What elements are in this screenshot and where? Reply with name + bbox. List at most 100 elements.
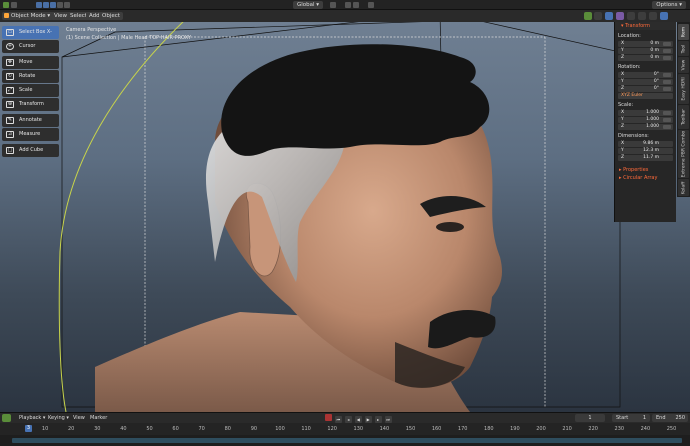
- scale-x-field[interactable]: X 1.000: [618, 110, 673, 116]
- tool-select-box[interactable]: ▭Select Box X-Ray: [2, 26, 59, 48]
- properties-subpanel[interactable]: ▸ Properties: [615, 166, 676, 174]
- rotation-y-field[interactable]: Y 0°: [618, 79, 673, 85]
- play-reverse-icon[interactable]: ◀: [354, 416, 362, 423]
- playhead[interactable]: 3: [25, 425, 32, 432]
- lock-icon[interactable]: [663, 73, 671, 77]
- shading-material-icon[interactable]: [649, 12, 658, 20]
- select-intersect-icon[interactable]: [64, 2, 70, 8]
- lock-icon[interactable]: [663, 80, 671, 84]
- marker-menu[interactable]: Marker: [87, 414, 110, 422]
- snap-target-icon[interactable]: [353, 2, 359, 8]
- end-value: 250: [675, 415, 685, 421]
- shading-wire-icon[interactable]: [627, 12, 636, 20]
- rotation-x-field[interactable]: X 0°: [618, 72, 673, 78]
- tab-kolaff[interactable]: Kolaff: [678, 179, 689, 196]
- axis-label: Y: [621, 117, 624, 122]
- start-frame-field[interactable]: Start 1: [612, 414, 650, 422]
- rotation-mode-dropdown[interactable]: XYZ Euler: [618, 93, 673, 99]
- shading-solid-icon[interactable]: [638, 12, 647, 20]
- ruler-tick: 240: [640, 426, 651, 432]
- snap-icon[interactable]: [345, 2, 351, 8]
- top-header: Global ▾ Options ▾: [0, 0, 690, 10]
- axis-label: Z: [621, 55, 625, 60]
- tool-measure[interactable]: ⊿ Measure: [2, 128, 59, 141]
- lock-icon[interactable]: [663, 87, 671, 91]
- jump-start-icon[interactable]: ⏮: [334, 416, 342, 423]
- lock-icon[interactable]: [663, 125, 671, 129]
- select-extend-icon[interactable]: [43, 2, 49, 8]
- ruler-tick: 140: [379, 426, 390, 432]
- tab-extreme-pbr[interactable]: Extreme PBR Combo: [678, 130, 689, 178]
- prev-key-icon[interactable]: ◂: [344, 416, 352, 423]
- tab-tool[interactable]: Tool: [678, 41, 689, 56]
- shading-rendered-icon[interactable]: [660, 12, 668, 20]
- axis-label: X: [621, 72, 625, 77]
- transform-panel-header[interactable]: ▾ Transform: [615, 22, 676, 30]
- tab-item[interactable]: Item: [678, 24, 689, 40]
- timeline-editor-type-icon[interactable]: [2, 414, 11, 422]
- menu-object[interactable]: Object: [99, 12, 123, 20]
- lock-icon[interactable]: [663, 56, 671, 60]
- gizmo-icon[interactable]: [594, 12, 603, 20]
- current-frame-field[interactable]: 1: [575, 414, 605, 422]
- location-y-field[interactable]: Y 0 m: [618, 48, 673, 54]
- options-button[interactable]: Options ▾: [652, 1, 686, 9]
- tool-label: Cursor: [19, 43, 36, 49]
- lock-icon[interactable]: [663, 42, 671, 46]
- tab-view[interactable]: View: [678, 57, 689, 73]
- timeline-track[interactable]: [0, 435, 690, 446]
- pivot-icon[interactable]: [330, 2, 336, 8]
- tool-scale[interactable]: ⤢ Scale: [2, 84, 59, 97]
- frame-ruler[interactable]: 10 20 30 40 50 60 70 80 90 100 110 120 130 140 150 160 1…: [0, 424, 690, 434]
- xray-icon[interactable]: [616, 12, 625, 20]
- tab-label: Toolbar: [681, 108, 686, 126]
- ruler-tick: 90: [250, 426, 258, 432]
- visibility-icon[interactable]: [583, 12, 592, 20]
- object-mode-dropdown[interactable]: Object Mode ▾: [2, 12, 54, 20]
- tool-move[interactable]: ✥ Move: [2, 56, 59, 69]
- keying-menu[interactable]: Keying ▾: [45, 414, 72, 422]
- tool-transform[interactable]: ⊕ Transform: [2, 98, 59, 111]
- location-x-field[interactable]: X 0 m: [618, 41, 673, 47]
- circular-array-label: Circular Array: [623, 175, 658, 181]
- ruler-tick: 150: [405, 426, 416, 432]
- view-menu[interactable]: View: [70, 414, 88, 422]
- header-toggle-icon[interactable]: [11, 2, 17, 8]
- end-frame-field[interactable]: End 250: [652, 414, 688, 422]
- select-mode-icon[interactable]: [36, 2, 42, 8]
- editor-type-icon[interactable]: [3, 2, 9, 8]
- scale-y-field[interactable]: Y 1.000: [618, 117, 673, 123]
- auto-key-icon[interactable]: [325, 414, 332, 421]
- circular-array-subpanel[interactable]: ▸ Circular Array: [615, 174, 676, 182]
- tool-annotate[interactable]: ✎ Annotate: [2, 114, 59, 127]
- overlay-icon[interactable]: [605, 12, 614, 20]
- select-invert-icon[interactable]: [57, 2, 63, 8]
- dimensions-x-field[interactable]: X 9.86 m: [618, 141, 673, 147]
- lock-icon[interactable]: [663, 118, 671, 122]
- tool-cursor[interactable]: + Cursor: [2, 40, 59, 53]
- dimensions-y-field[interactable]: Y 12.3 m: [618, 148, 673, 154]
- tool-add-cube[interactable]: □ Add Cube: [2, 144, 59, 157]
- rotation-z-field[interactable]: Z 0°: [618, 86, 673, 92]
- play-icon[interactable]: ▶: [364, 416, 372, 423]
- next-key-icon[interactable]: ▸: [374, 416, 382, 423]
- transform-orientation-dropdown[interactable]: Global ▾: [293, 1, 324, 9]
- tool-rotate[interactable]: ↻ Rotate: [2, 70, 59, 83]
- 3d-viewport[interactable]: Camera Perspective (1) Scene Collection …: [0, 22, 690, 412]
- tool-label: Rotate: [19, 73, 36, 79]
- mode-label: Object Mode: [11, 13, 46, 19]
- proportional-edit-icon[interactable]: [368, 2, 374, 8]
- playback-menu[interactable]: Playback ▾: [16, 414, 48, 422]
- jump-end-icon[interactable]: ⏭: [384, 416, 392, 423]
- rotation-label: Rotation:: [618, 64, 641, 70]
- select-subtract-icon[interactable]: [50, 2, 56, 8]
- tab-easy-hdri[interactable]: Easy HDRI: [678, 74, 689, 104]
- dimensions-z-field[interactable]: Z 11.7 m: [618, 155, 673, 161]
- field-value: 0°: [653, 79, 659, 84]
- lock-icon[interactable]: [663, 49, 671, 53]
- lock-icon[interactable]: [663, 111, 671, 115]
- ruler-tick: 110: [301, 426, 311, 432]
- tab-toolbar[interactable]: Toolbar: [678, 105, 689, 129]
- location-z-field[interactable]: Z 0 m: [618, 55, 673, 61]
- scale-z-field[interactable]: Z 1.000: [618, 124, 673, 130]
